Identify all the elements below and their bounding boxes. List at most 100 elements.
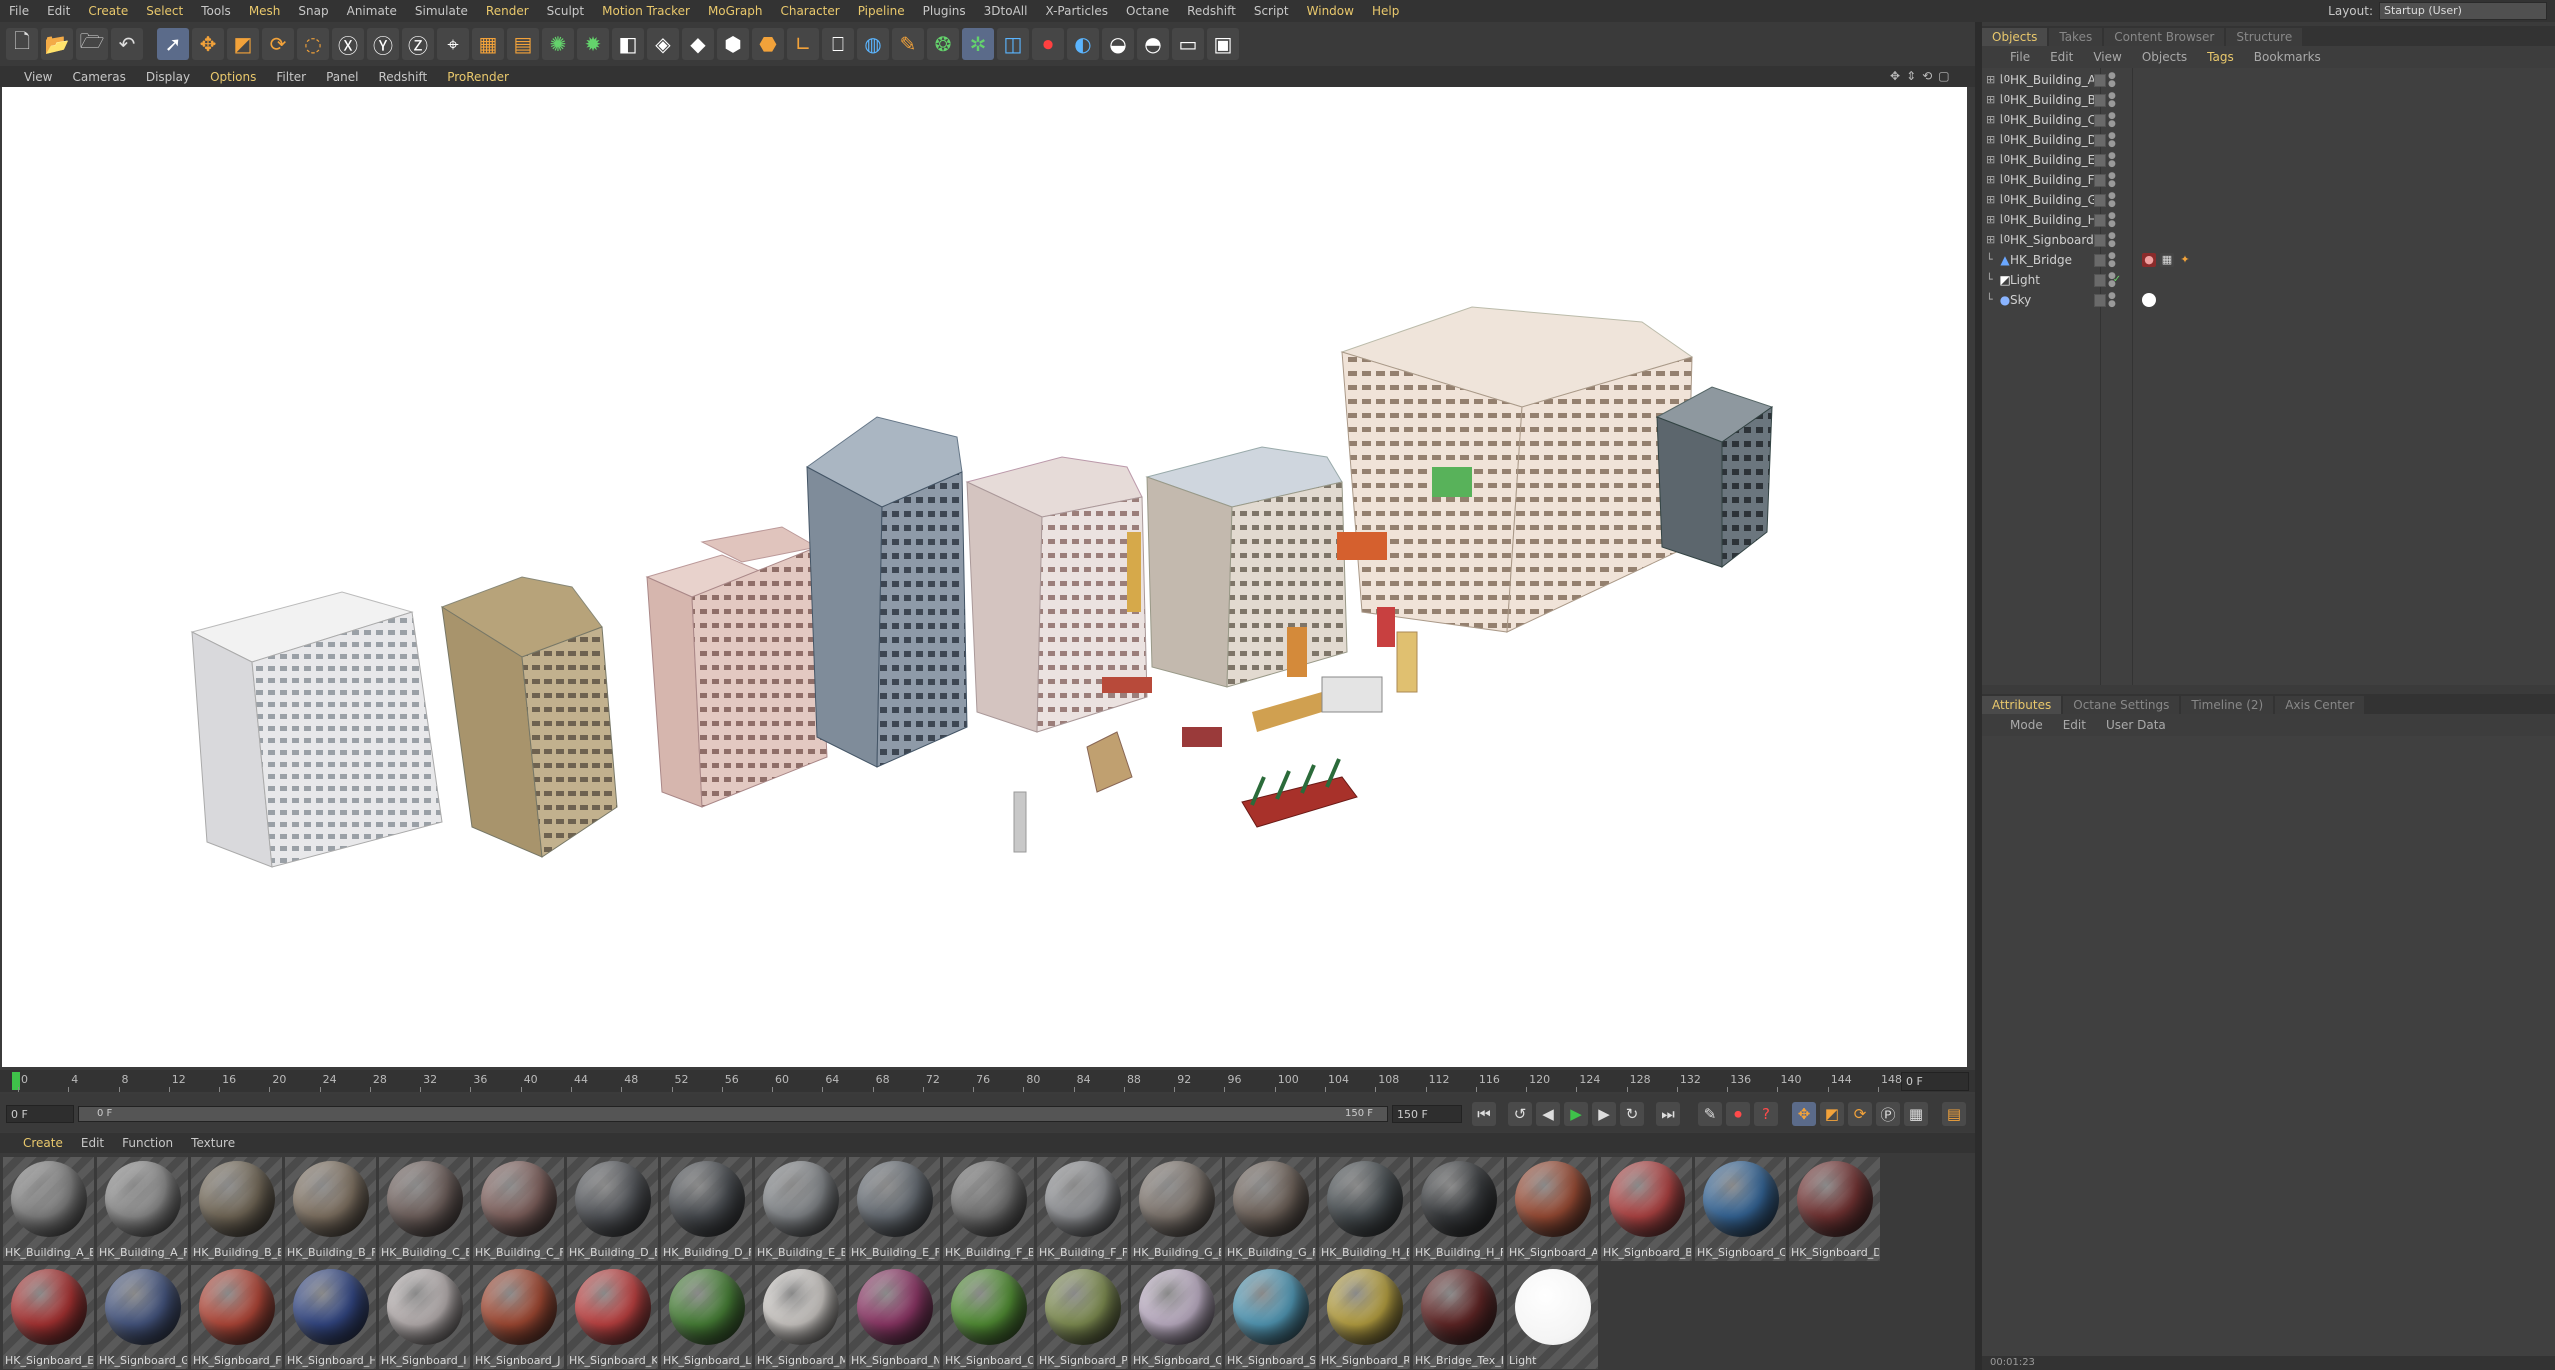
menu-render[interactable]: Render bbox=[477, 0, 538, 22]
object-row[interactable]: ⊞ ⌊0 HK_Building_H ● ● bbox=[1982, 210, 2555, 230]
goto-start-icon[interactable]: ⏮ bbox=[1472, 1102, 1496, 1126]
menu-help[interactable]: Help bbox=[1363, 0, 1408, 22]
expand-toggle-icon[interactable]: ⊞ bbox=[1986, 173, 1996, 186]
object-row[interactable]: ⊞ ⌊0 HK_Building_A ● ● bbox=[1982, 70, 2555, 90]
material-swatch[interactable]: HK_Bridge_Tex_F bbox=[1413, 1265, 1504, 1369]
material-swatch[interactable]: HK_Building_G_F bbox=[1225, 1157, 1316, 1261]
material-swatch[interactable]: HK_Signboard_F bbox=[191, 1265, 282, 1369]
material-menu-edit[interactable]: Edit bbox=[72, 1136, 113, 1150]
max-frame-field[interactable]: 150 F bbox=[1392, 1105, 1462, 1123]
octane-icon[interactable]: ✹ bbox=[577, 28, 609, 60]
menu-mesh[interactable]: Mesh bbox=[240, 0, 290, 22]
menu-plugins[interactable]: Plugins bbox=[914, 0, 975, 22]
render-settings-icon[interactable]: ✺ bbox=[542, 28, 574, 60]
material-swatch[interactable]: HK_Signboard_K bbox=[567, 1265, 658, 1369]
expand-toggle-icon[interactable]: ⊞ bbox=[1986, 213, 1996, 226]
render-visibility-dots[interactable]: ● ● bbox=[2108, 132, 2116, 149]
object-row[interactable]: ⊞ ⌊0 HK_Building_C ● ● bbox=[1982, 110, 2555, 130]
new-document-icon[interactable]: 🗋 bbox=[6, 28, 38, 60]
tab-attributes[interactable]: Attributes bbox=[1982, 696, 2062, 714]
material-swatch[interactable]: HK_Signboard_R bbox=[1319, 1265, 1410, 1369]
render-visibility-dots[interactable]: ● ● bbox=[2108, 232, 2116, 249]
floor-icon[interactable]: ∟ bbox=[787, 28, 819, 60]
material-swatch[interactable]: HK_Building_B_F bbox=[285, 1157, 376, 1261]
camera-icon[interactable]: ⎕ bbox=[822, 28, 854, 60]
render-visibility-dots[interactable]: ● ● bbox=[2108, 292, 2116, 309]
prev-frame-icon[interactable]: ◀ bbox=[1536, 1102, 1560, 1126]
expand-toggle-icon[interactable]: ⊞ bbox=[1986, 73, 1996, 86]
key-param-icon[interactable]: Ⓟ bbox=[1876, 1102, 1900, 1126]
menu-sculpt[interactable]: Sculpt bbox=[538, 0, 593, 22]
expand-toggle-icon[interactable]: ⊞ bbox=[1986, 153, 1996, 166]
object-name[interactable]: HK_Building_D bbox=[2010, 133, 2097, 147]
material-swatch[interactable]: HK_Signboard_J bbox=[473, 1265, 564, 1369]
expand-toggle-icon[interactable]: ⊞ bbox=[1986, 233, 1996, 246]
select-tool-icon[interactable]: ➚ bbox=[157, 28, 189, 60]
visibility-toggle[interactable] bbox=[2094, 114, 2106, 127]
subdivision-icon[interactable]: ◆ bbox=[682, 28, 714, 60]
z-axis-lock-icon[interactable]: Ⓩ bbox=[402, 28, 434, 60]
object-name[interactable]: HK_Building_G bbox=[2010, 193, 2097, 207]
object-menu-edit[interactable]: Edit bbox=[2040, 50, 2083, 64]
light-object-icon[interactable]: ◍ bbox=[857, 28, 889, 60]
keyframe-selection-icon[interactable]: ✎ bbox=[1698, 1102, 1722, 1126]
material-tag-icon[interactable]: ● bbox=[2142, 253, 2156, 267]
y-axis-lock-icon[interactable]: Ⓨ bbox=[367, 28, 399, 60]
texture-tag-icon[interactable]: ✦ bbox=[2178, 253, 2192, 267]
record-key-icon[interactable]: ⏺ bbox=[1726, 1102, 1750, 1126]
object-row[interactable]: ⊞ ⌊0 HK_Signboard ● ● bbox=[1982, 230, 2555, 250]
menu-snap[interactable]: Snap bbox=[289, 0, 337, 22]
menu-pipeline[interactable]: Pipeline bbox=[849, 0, 914, 22]
menu-mograph[interactable]: MoGraph bbox=[699, 0, 772, 22]
menu-create[interactable]: Create bbox=[79, 0, 137, 22]
object-menu-bookmarks[interactable]: Bookmarks bbox=[2244, 50, 2331, 64]
play-icon[interactable]: ▶ bbox=[1564, 1102, 1588, 1126]
object-row[interactable]: └ ▲ HK_Bridge ● ● ● ▦ ✦ bbox=[1982, 250, 2555, 270]
capsule-light-icon[interactable]: ▭ bbox=[1172, 28, 1204, 60]
material-swatch[interactable]: HK_Building_A_F bbox=[97, 1157, 188, 1261]
object-row[interactable]: └ ● Sky ● ● bbox=[1982, 290, 2555, 310]
object-row[interactable]: ⊞ ⌊0 HK_Building_D ● ● bbox=[1982, 130, 2555, 150]
object-name[interactable]: Sky bbox=[2010, 293, 2031, 307]
viewport-menu-filter[interactable]: Filter bbox=[266, 70, 316, 84]
viewport-menu-prorender[interactable]: ProRender bbox=[437, 70, 519, 84]
attribute-menu-mode[interactable]: Mode bbox=[2000, 718, 2053, 732]
object-row[interactable]: ⊞ ⌊0 HK_Building_G ● ● bbox=[1982, 190, 2555, 210]
tab-timeline-2[interactable]: Timeline (2) bbox=[2181, 696, 2274, 714]
key-pla-icon[interactable]: ▦ bbox=[1904, 1102, 1928, 1126]
goto-end-icon[interactable]: ⏭ bbox=[1656, 1102, 1680, 1126]
material-swatch[interactable]: HK_Signboard_E bbox=[3, 1265, 94, 1369]
panel-layout-icon[interactable]: ▣ bbox=[1207, 28, 1239, 60]
cube-icon[interactable]: ◧ bbox=[612, 28, 644, 60]
expand-toggle-icon[interactable]: ⊞ bbox=[1986, 93, 1996, 106]
material-swatch[interactable]: HK_Building_E_B bbox=[755, 1157, 846, 1261]
move-view-icon[interactable]: ✥ bbox=[1890, 69, 1900, 83]
array-icon[interactable]: ⬢ bbox=[717, 28, 749, 60]
material-swatch[interactable]: HK_Signboard_A bbox=[1507, 1157, 1598, 1261]
prev-key-icon[interactable]: ↺ bbox=[1508, 1102, 1532, 1126]
attribute-menu-user-data[interactable]: User Data bbox=[2096, 718, 2176, 732]
object-name[interactable]: HK_Building_F bbox=[2010, 173, 2094, 187]
material-swatch[interactable]: HK_Building_B_B bbox=[191, 1157, 282, 1261]
menu-motion-tracker[interactable]: Motion Tracker bbox=[593, 0, 699, 22]
material-swatch[interactable]: HK_Signboard_P bbox=[1037, 1265, 1128, 1369]
environment-icon[interactable]: ◒ bbox=[1102, 28, 1134, 60]
render-visibility-dots[interactable]: ● ● bbox=[2108, 172, 2116, 189]
coordinate-system-icon[interactable]: ⌖ bbox=[437, 28, 469, 60]
material-swatch[interactable]: HK_Signboard_L bbox=[661, 1265, 752, 1369]
object-menu-file[interactable]: File bbox=[2000, 50, 2040, 64]
move-tool-icon[interactable]: ✥ bbox=[192, 28, 224, 60]
visibility-toggle[interactable] bbox=[2094, 274, 2106, 287]
material-swatch[interactable]: HK_Signboard_M bbox=[755, 1265, 846, 1369]
render-visibility-dots[interactable]: ● ● bbox=[2108, 212, 2116, 229]
menu-simulate[interactable]: Simulate bbox=[406, 0, 477, 22]
tab-structure[interactable]: Structure bbox=[2226, 28, 2303, 46]
object-menu-objects[interactable]: Objects bbox=[2132, 50, 2197, 64]
enabled-check-icon[interactable]: ✓ bbox=[2110, 273, 2124, 287]
expand-toggle-icon[interactable]: ⊞ bbox=[1986, 113, 1996, 126]
material-swatch[interactable]: HK_Signboard_Q bbox=[1131, 1265, 1222, 1369]
frame-range-slider[interactable]: 0 F 150 F bbox=[78, 1106, 1388, 1122]
render-picture-viewer-icon[interactable]: ▤ bbox=[507, 28, 539, 60]
object-row[interactable]: ⊞ ⌊0 HK_Building_B ● ● bbox=[1982, 90, 2555, 110]
timeline-ruler[interactable]: 0 F 0 4 8 12 16 20 24 28 32 36 40 44 48 52 56 60 64 68 72 7… bbox=[0, 1070, 1975, 1092]
